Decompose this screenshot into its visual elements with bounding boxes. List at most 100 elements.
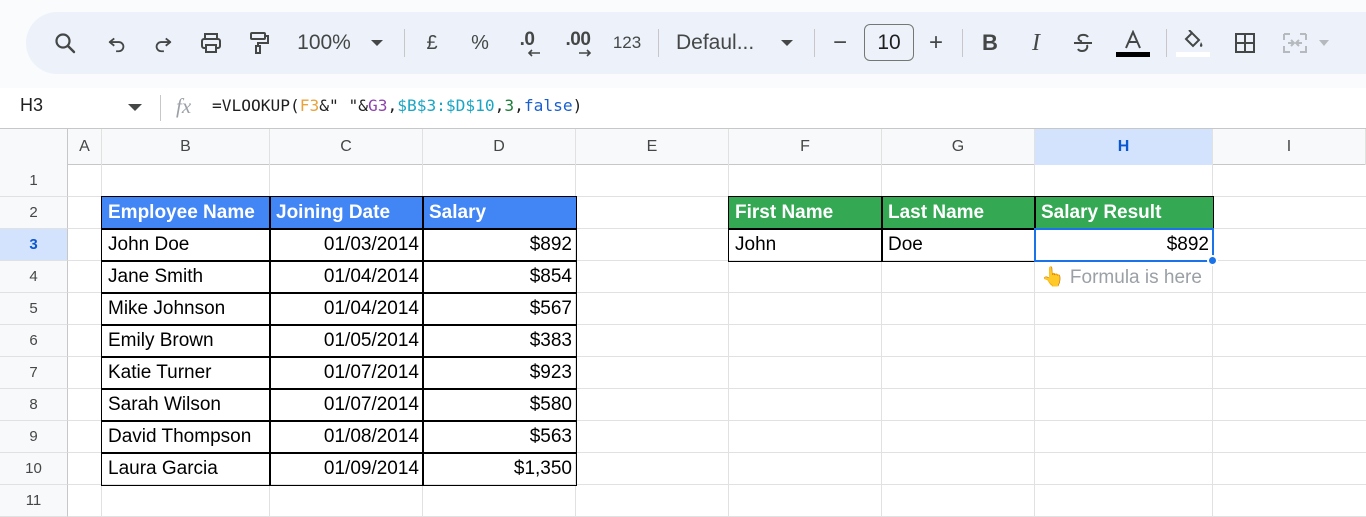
row-header-6[interactable]: 6 bbox=[0, 325, 68, 357]
cell-c8[interactable]: 01/07/2014 bbox=[270, 389, 423, 421]
row-header-7[interactable]: 7 bbox=[0, 357, 68, 389]
cell-c10[interactable]: 01/09/2014 bbox=[270, 453, 423, 485]
cell-d10[interactable]: $1,350 bbox=[423, 453, 576, 485]
cell-b4[interactable]: Jane Smith bbox=[102, 261, 270, 293]
cell-b6[interactable]: Emily Brown bbox=[102, 325, 270, 357]
caret-down-icon bbox=[781, 40, 793, 46]
cell-h3[interactable]: $892 bbox=[1035, 229, 1213, 261]
row-header-3[interactable]: 3 bbox=[0, 229, 68, 261]
borders-button[interactable] bbox=[1228, 12, 1262, 74]
cell-d2[interactable]: Salary bbox=[423, 197, 576, 229]
cell-c2[interactable]: Joining Date bbox=[270, 197, 423, 229]
cell-d7[interactable]: $923 bbox=[423, 357, 576, 389]
cell-c5[interactable]: 01/04/2014 bbox=[270, 293, 423, 325]
formula-input[interactable]: =VLOOKUP(F3&" "&G3,$B$3:$D$10,3,false) bbox=[212, 96, 582, 115]
search-icon bbox=[55, 33, 76, 54]
table-border-line bbox=[101, 388, 577, 390]
search-menus-button[interactable] bbox=[48, 12, 82, 74]
decrease-decimal-button[interactable]: .0 bbox=[510, 12, 544, 74]
cell-d6[interactable]: $383 bbox=[423, 325, 576, 357]
font-select[interactable]: Defaul... bbox=[676, 12, 760, 74]
cell-b2[interactable]: Employee Name bbox=[102, 197, 270, 229]
increase-decimal-label: .00 bbox=[565, 29, 591, 50]
cell-b8[interactable]: Sarah Wilson bbox=[102, 389, 270, 421]
font-dropdown-button[interactable] bbox=[776, 12, 798, 74]
decrease-font-size-button[interactable]: − bbox=[826, 12, 854, 74]
cell-d3[interactable]: $892 bbox=[423, 229, 576, 261]
bold-button[interactable]: B bbox=[976, 12, 1004, 74]
name-box-dropdown-icon[interactable] bbox=[128, 104, 142, 111]
cell-f3[interactable]: John bbox=[729, 229, 882, 261]
row-header-11[interactable]: 11 bbox=[0, 485, 68, 517]
row-header-1[interactable]: 1 bbox=[0, 165, 68, 197]
redo-button[interactable] bbox=[146, 12, 180, 74]
toolbar-divider bbox=[658, 29, 659, 57]
fx-icon: fx bbox=[176, 94, 192, 118]
zoom-dropdown-button[interactable] bbox=[366, 12, 388, 74]
increase-font-size-button[interactable]: + bbox=[922, 12, 950, 74]
merge-dropdown-button[interactable] bbox=[1314, 12, 1334, 74]
cell-c3[interactable]: 01/03/2014 bbox=[270, 229, 423, 261]
print-button[interactable] bbox=[194, 12, 228, 74]
format-currency-button[interactable]: £ bbox=[418, 12, 446, 74]
cell-d9[interactable]: $563 bbox=[423, 421, 576, 453]
table-border-line bbox=[101, 356, 577, 358]
column-header-c[interactable]: C bbox=[270, 129, 423, 165]
row-header-5[interactable]: 5 bbox=[0, 293, 68, 325]
table-border-line bbox=[101, 420, 577, 422]
column-header-d[interactable]: D bbox=[423, 129, 576, 165]
cell-b5[interactable]: Mike Johnson bbox=[102, 293, 270, 325]
row-header-8[interactable]: 8 bbox=[0, 389, 68, 421]
cell-c6[interactable]: 01/05/2014 bbox=[270, 325, 423, 357]
cell-b7[interactable]: Katie Turner bbox=[102, 357, 270, 389]
cell-h2[interactable]: Salary Result bbox=[1035, 197, 1213, 229]
bold-icon: B bbox=[982, 30, 998, 55]
zoom-select[interactable]: 100% bbox=[292, 12, 356, 74]
fill-color-swatch bbox=[1176, 51, 1210, 57]
undo-button[interactable] bbox=[100, 12, 134, 74]
italic-button[interactable]: I bbox=[1022, 12, 1050, 74]
text-color-button[interactable] bbox=[1116, 12, 1150, 74]
column-header-f[interactable]: F bbox=[729, 129, 882, 165]
column-header-e[interactable]: E bbox=[576, 129, 729, 165]
zoom-value: 100% bbox=[297, 31, 351, 54]
cell-b9[interactable]: David Thompson bbox=[102, 421, 270, 453]
toolbar: 100% £ % .0 .00 123 Defaul... − 10 + B I bbox=[26, 12, 1366, 74]
column-header-g[interactable]: G bbox=[882, 129, 1035, 165]
cell-d8[interactable]: $580 bbox=[423, 389, 576, 421]
cell-f2[interactable]: First Name bbox=[729, 197, 882, 229]
redo-icon bbox=[155, 37, 172, 53]
cell-g2[interactable]: Last Name bbox=[882, 197, 1035, 229]
font-size-input[interactable]: 10 bbox=[864, 24, 914, 61]
row-header-10[interactable]: 10 bbox=[0, 453, 68, 485]
cell-h4-note[interactable]: 👆 Formula is here bbox=[1035, 261, 1213, 293]
cell-b10[interactable]: Laura Garcia bbox=[102, 453, 270, 485]
cell-d5[interactable]: $567 bbox=[423, 293, 576, 325]
row-header-2[interactable]: 2 bbox=[0, 197, 68, 229]
row-header-9[interactable]: 9 bbox=[0, 421, 68, 453]
row-header-4[interactable]: 4 bbox=[0, 261, 68, 293]
cell-c9[interactable]: 01/08/2014 bbox=[270, 421, 423, 453]
column-header-b[interactable]: B bbox=[102, 129, 270, 165]
column-header-i[interactable]: I bbox=[1213, 129, 1366, 165]
cell-g3[interactable]: Doe bbox=[882, 229, 1035, 261]
column-header-a[interactable]: A bbox=[68, 129, 102, 165]
table-border-line bbox=[101, 260, 577, 262]
cell-c4[interactable]: 01/04/2014 bbox=[270, 261, 423, 293]
cell-c7[interactable]: 01/07/2014 bbox=[270, 357, 423, 389]
strikethrough-button[interactable] bbox=[1068, 12, 1098, 74]
fill-handle[interactable] bbox=[1207, 255, 1218, 266]
cell-b3[interactable]: John Doe bbox=[102, 229, 270, 261]
increase-decimal-button[interactable]: .00 bbox=[558, 12, 598, 74]
name-box[interactable]: H3 bbox=[20, 95, 43, 116]
format-percent-button[interactable]: % bbox=[466, 12, 494, 74]
column-header-h[interactable]: H bbox=[1035, 129, 1213, 165]
more-formats-button[interactable]: 123 bbox=[608, 12, 646, 74]
fill-color-button[interactable] bbox=[1176, 12, 1210, 74]
formula-bar: H3 fx =VLOOKUP(F3&" "&G3,$B$3:$D$10,3,fa… bbox=[0, 88, 1366, 129]
select-all-corner[interactable] bbox=[0, 129, 68, 165]
paint-format-button[interactable] bbox=[242, 12, 276, 74]
merge-cells-button[interactable] bbox=[1278, 12, 1312, 74]
cell-d4[interactable]: $854 bbox=[423, 261, 576, 293]
table-border-line bbox=[101, 452, 577, 454]
